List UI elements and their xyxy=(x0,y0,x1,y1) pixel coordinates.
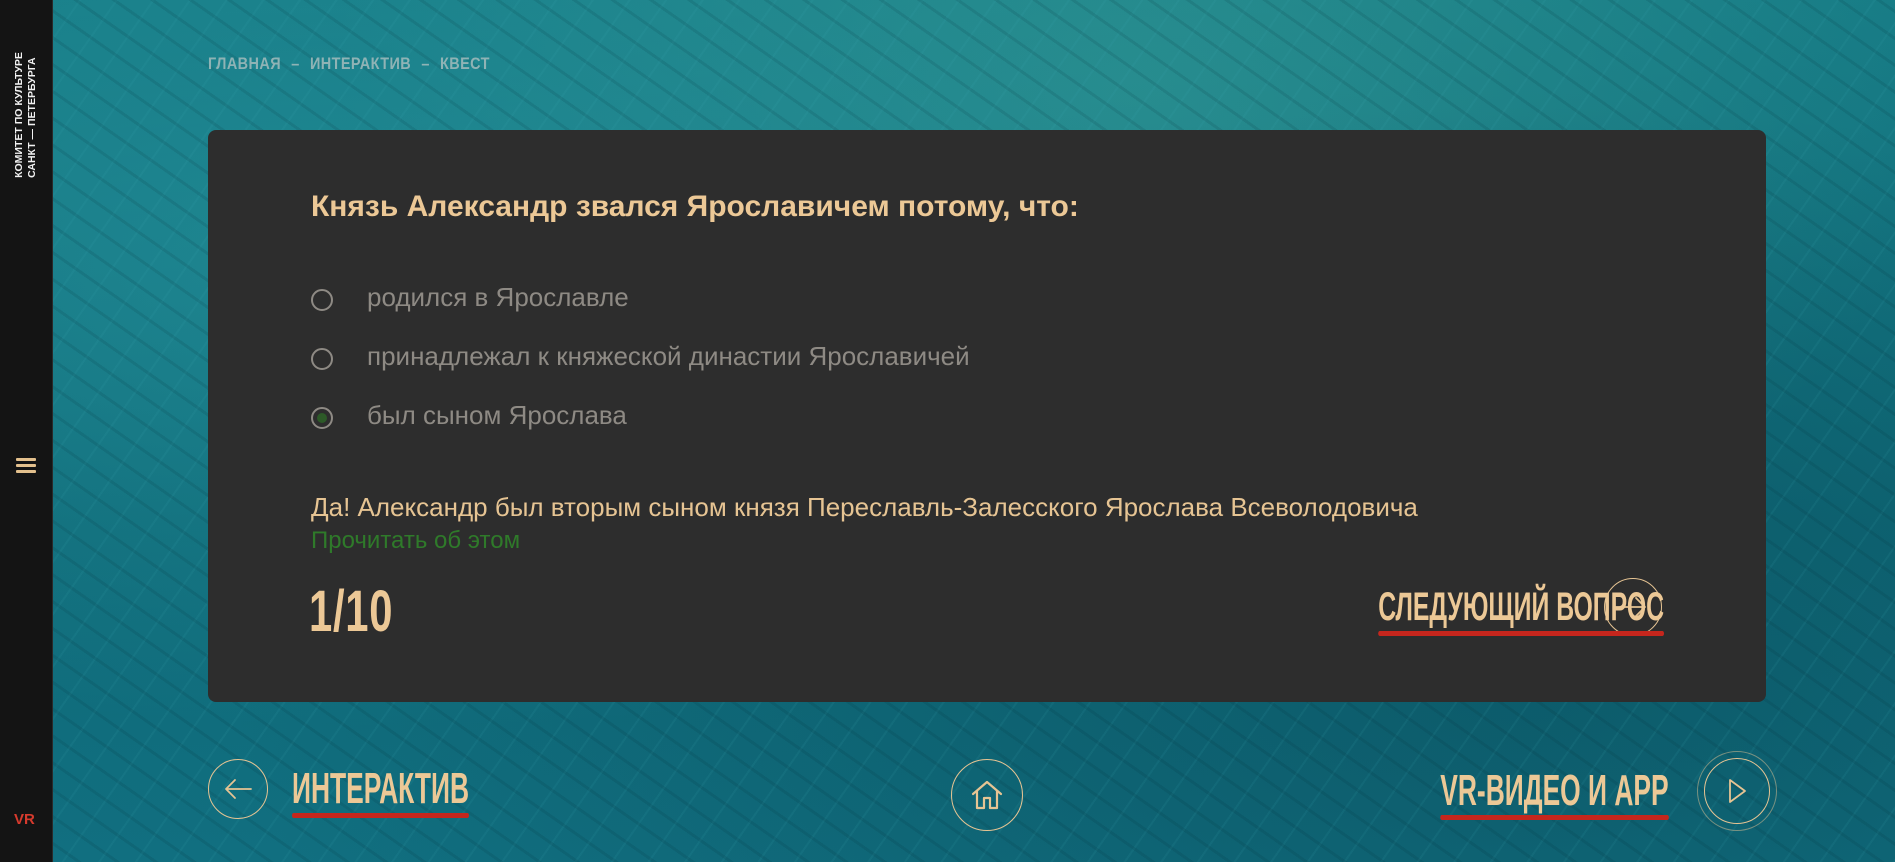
radio-button[interactable] xyxy=(311,347,333,370)
answer-option[interactable]: родился в Ярославле xyxy=(311,268,970,327)
prev-section-button[interactable] xyxy=(208,759,268,819)
breadcrumb-home[interactable]: ГЛАВНАЯ xyxy=(208,54,281,74)
next-section-nav: VR-ВИДЕО И APP xyxy=(1428,751,1777,831)
next-section-button[interactable] xyxy=(1697,751,1777,831)
home-icon xyxy=(971,780,1003,810)
play-icon xyxy=(1729,779,1746,803)
breadcrumb-interactive[interactable]: ИНТЕРАКТИВ xyxy=(310,54,411,74)
breadcrumb: ГЛАВНАЯ – ИНТЕРАКТИВ – КВЕСТ xyxy=(208,54,490,74)
arrow-left-icon xyxy=(225,779,252,799)
breadcrumb-separator: – xyxy=(291,54,300,73)
radio-button[interactable] xyxy=(311,288,333,311)
org-name-line2: САНКТ — ПЕТЕРБУРГА xyxy=(26,57,38,178)
quiz-question: Князь Александр звался Ярославичем потом… xyxy=(311,190,1079,223)
vr-link[interactable]: VR xyxy=(14,811,35,828)
answer-option[interactable]: принадлежал к княжеской династии Ярослав… xyxy=(311,327,970,386)
prev-section-label[interactable]: ИНТЕРАКТИВ xyxy=(292,764,470,818)
home-button[interactable] xyxy=(951,759,1023,831)
answer-options: родился в Ярославле принадлежал к княжес… xyxy=(311,268,970,445)
breadcrumb-separator: – xyxy=(421,54,430,73)
left-sidebar: КОМИТЕТ ПО КУЛЬТУРЕ САНКТ — ПЕТЕРБУРГА V… xyxy=(0,0,53,862)
answer-option-label: родился в Ярославле xyxy=(367,282,629,312)
organization-logo[interactable]: КОМИТЕТ ПО КУЛЬТУРЕ САНКТ — ПЕТЕРБУРГА xyxy=(6,30,46,200)
answer-feedback: Да! Александр был вторым сыном князя Пер… xyxy=(311,492,1418,522)
hamburger-menu-icon[interactable] xyxy=(14,455,38,477)
next-question-control: СЛЕДУЮЩИЙ ВОПРОС xyxy=(1203,578,1665,636)
org-name-line1: КОМИТЕТ ПО КУЛЬТУРЕ xyxy=(13,52,25,178)
question-progress: 1/10 xyxy=(309,579,394,644)
quiz-card: Князь Александр звался Ярославичем потом… xyxy=(208,130,1766,702)
answer-option-label: принадлежал к княжеской династии Ярослав… xyxy=(367,341,970,371)
answer-option[interactable]: был сыном Ярослава xyxy=(311,386,970,445)
answer-option-label: был сыном Ярослава xyxy=(367,400,627,430)
next-question-label[interactable]: СЛЕДУЮЩИЙ ВОПРОС xyxy=(1378,585,1665,636)
breadcrumb-quest: КВЕСТ xyxy=(439,54,490,73)
read-more-link[interactable]: Прочитать об этом xyxy=(311,527,520,555)
radio-button-selected[interactable] xyxy=(311,406,333,429)
prev-section-nav: ИНТЕРАКТИВ xyxy=(208,759,487,819)
next-section-label[interactable]: VR-ВИДЕО И APP xyxy=(1440,766,1669,820)
